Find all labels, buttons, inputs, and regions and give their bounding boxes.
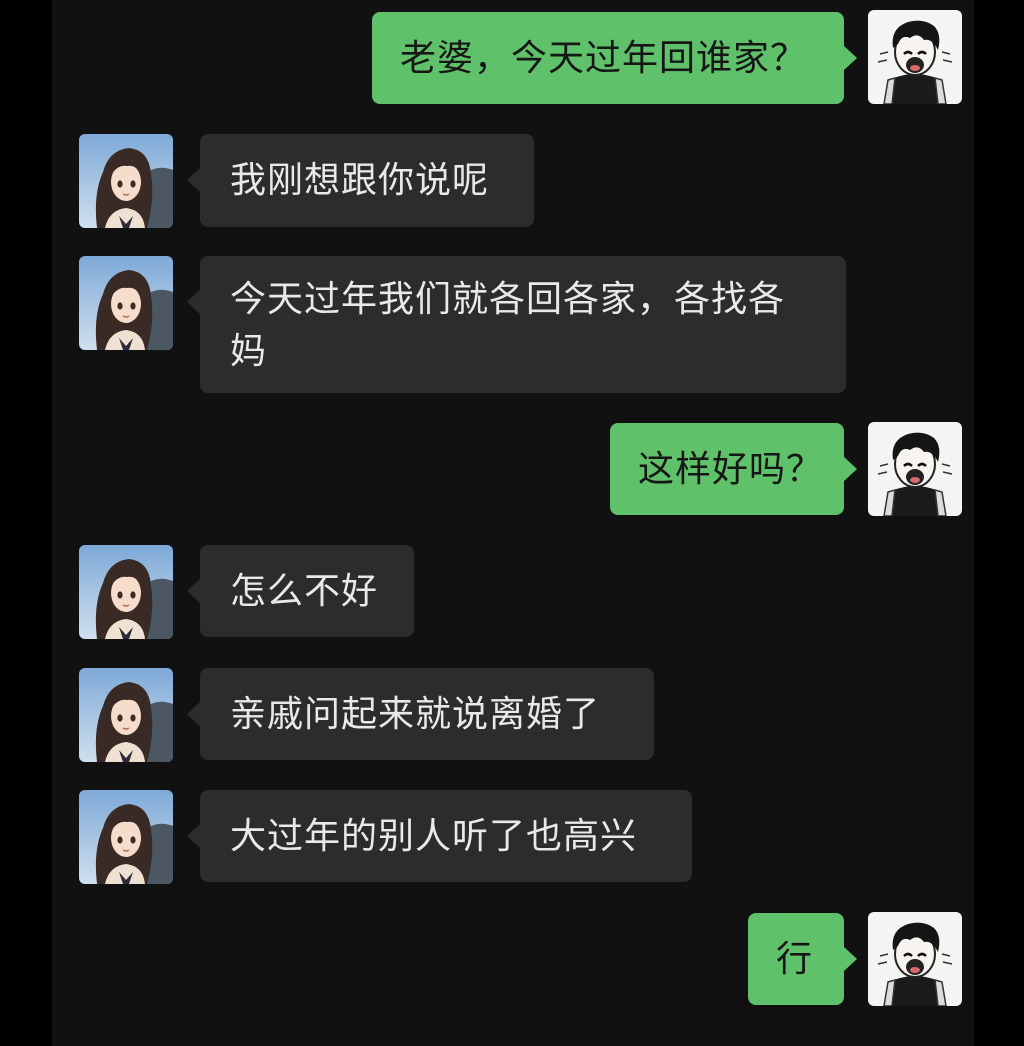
message-text: 行 (776, 939, 814, 980)
message-text: 大过年的别人听了也高兴 (230, 816, 638, 857)
incoming-message-bubble[interactable]: 亲戚问起来就说离婚了 (187, 668, 654, 760)
incoming-message-bubble[interactable]: 大过年的别人听了也高兴 (187, 790, 692, 882)
incoming-message-bubble[interactable]: 我刚想跟你说呢 (187, 134, 534, 227)
cartoon-boy-avatar-icon[interactable] (868, 10, 962, 104)
message-text: 怎么不好 (230, 571, 379, 612)
anime-girl-avatar-icon[interactable] (79, 668, 173, 762)
anime-girl-avatar-icon[interactable] (79, 134, 173, 228)
outgoing-message-bubble[interactable]: 这样好吗？ (610, 423, 857, 515)
message-text: 亲戚问起来就说离婚了 (230, 694, 601, 735)
message-text: 我刚想跟你说呢 (230, 160, 490, 201)
cartoon-boy-avatar-icon[interactable] (868, 912, 962, 1006)
message-text: 今天过年我们就各回各家，各找各妈 (230, 279, 786, 372)
outgoing-message-bubble[interactable]: 老婆，今天过年回谁家？ (372, 12, 857, 104)
anime-girl-avatar-icon[interactable] (79, 256, 173, 350)
message-text: 老婆，今天过年回谁家？ (400, 38, 808, 79)
anime-girl-avatar-icon[interactable] (79, 545, 173, 639)
incoming-message-bubble[interactable]: 今天过年我们就各回各家，各找各妈 (187, 256, 846, 393)
chat-area[interactable]: 老婆，今天过年回谁家？ 我刚想跟你说呢 今天过年我们就各回各家，各找各妈 这样好… (52, 0, 974, 1046)
anime-girl-avatar-icon[interactable] (79, 790, 173, 884)
outgoing-message-bubble[interactable]: 行 (748, 913, 857, 1005)
message-text: 这样好吗？ (638, 449, 824, 490)
incoming-message-bubble[interactable]: 怎么不好 (187, 545, 414, 637)
cartoon-boy-avatar-icon[interactable] (868, 422, 962, 516)
